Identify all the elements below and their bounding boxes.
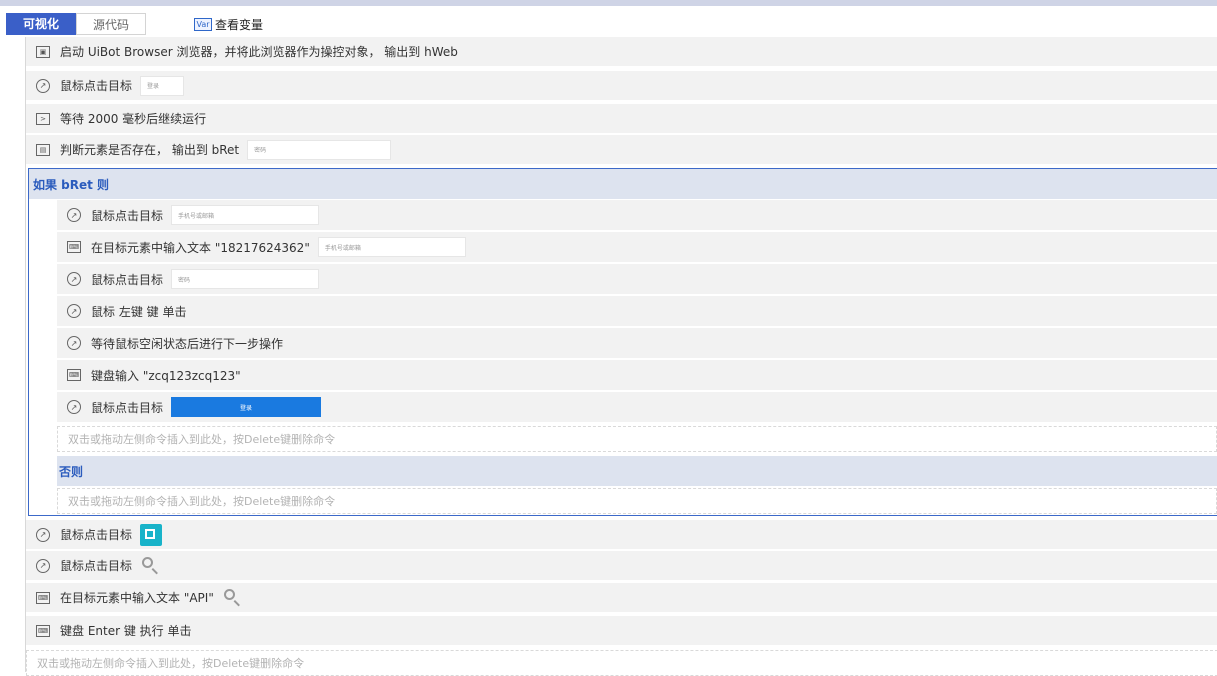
command-row[interactable]: ⌨ 键盘输入 "zcq123zcq123": [57, 360, 1217, 390]
mouse-icon: ↗: [67, 208, 81, 222]
browser-icon: ▣: [36, 45, 50, 58]
tab-visual[interactable]: 可视化: [6, 13, 76, 35]
drop-hint[interactable]: 双击或拖动左侧命令插入到此处，按Delete键删除命令: [57, 426, 1217, 452]
command-label: 鼠标点击目标: [91, 208, 164, 223]
target-thumbnail[interactable]: 密码: [171, 269, 320, 289]
command-row[interactable]: ↗ 鼠标点击目标 手机号或邮箱: [57, 200, 1217, 230]
command-label: 鼠标点击目标: [91, 272, 164, 287]
flow-editor: ▣ 启动 UiBot Browser 浏览器，并将此浏览器作为操控对象， 输出到…: [25, 37, 1217, 676]
command-label: 鼠标点击目标: [60, 528, 133, 542]
target-thumbnail[interactable]: 手机号或邮箱: [171, 205, 320, 225]
if-block[interactable]: 如果 bRet 则 ↗ 鼠标点击目标 手机号或邮箱 ⌨ 在目标元素中输入文本 "…: [28, 168, 1217, 516]
target-thumbnail[interactable]: 登录: [140, 75, 185, 96]
keyboard-icon: ⌨: [36, 624, 50, 637]
drop-hint[interactable]: 双击或拖动左侧命令插入到此处，按Delete键删除命令: [57, 488, 1217, 514]
target-thumbnail[interactable]: 手机号或邮箱: [317, 237, 466, 257]
search-icon[interactable]: [222, 587, 244, 609]
mouse-icon: ↗: [67, 400, 81, 414]
variable-icon: Var: [194, 17, 212, 31]
command-row[interactable]: ⌨ 键盘 Enter 键 执行 单击: [26, 616, 1217, 646]
command-label: 鼠标点击目标: [60, 559, 133, 573]
keyboard-icon: ⌨: [36, 591, 50, 604]
view-tabs: 可视化 源代码 Var 查看变量: [6, 12, 263, 36]
view-variables-button[interactable]: Var 查看变量: [194, 16, 263, 33]
command-label: 在目标元素中输入文本 "API": [60, 591, 214, 605]
top-border: [0, 0, 1217, 6]
command-label: 鼠标点击目标: [60, 79, 133, 93]
terminal-icon: >: [36, 112, 50, 125]
mouse-icon: ↗: [67, 304, 81, 318]
mouse-icon: ↗: [67, 336, 81, 350]
mouse-icon: ↗: [36, 78, 50, 93]
command-row[interactable]: ↗ 鼠标点击目标: [26, 551, 1217, 581]
window-icon: ▤: [36, 143, 50, 156]
mouse-icon: ↗: [36, 558, 50, 573]
command-label: 键盘 Enter 键 执行 单击: [60, 624, 192, 638]
mouse-icon: ↗: [36, 527, 50, 542]
if-header[interactable]: 如果 bRet 则: [29, 169, 1217, 199]
command-row[interactable]: ▣ 启动 UiBot Browser 浏览器，并将此浏览器作为操控对象， 输出到…: [26, 37, 1217, 67]
command-label: 启动 UiBot Browser 浏览器，并将此浏览器作为操控对象， 输出到 h…: [60, 45, 458, 59]
tab-source[interactable]: 源代码: [76, 13, 146, 35]
command-label: 判断元素是否存在， 输出到 bRet: [60, 143, 240, 157]
command-row[interactable]: ▤ 判断元素是否存在， 输出到 bRet 密码: [26, 135, 1217, 165]
command-row[interactable]: ↗ 鼠标点击目标: [26, 520, 1217, 550]
keyboard-icon: ⌨: [67, 369, 81, 381]
command-label: 在目标元素中输入文本 "18217624362": [91, 240, 310, 255]
command-label: 鼠标点击目标: [91, 400, 164, 415]
target-thumbnail[interactable]: 登录: [171, 397, 322, 417]
target-thumbnail[interactable]: 密码: [247, 139, 392, 160]
command-row[interactable]: ↗ 鼠标 左键 键 单击: [57, 296, 1217, 326]
command-label: 等待鼠标空闲状态后进行下一步操作: [91, 336, 284, 351]
command-row[interactable]: ↗ 鼠标点击目标 登录: [26, 71, 1217, 101]
search-icon[interactable]: [140, 555, 162, 577]
command-label: 鼠标 左键 键 单击: [91, 304, 187, 319]
drop-hint[interactable]: 双击或拖动左侧命令插入到此处，按Delete键删除命令: [26, 650, 1217, 676]
command-label: 键盘输入 "zcq123zcq123": [91, 368, 241, 383]
command-row[interactable]: ⌨ 在目标元素中输入文本 "18217624362" 手机号或邮箱: [57, 232, 1217, 262]
mouse-icon: ↗: [67, 272, 81, 286]
else-header[interactable]: 否则: [57, 456, 1217, 486]
edit-icon[interactable]: [140, 523, 163, 546]
command-row[interactable]: ⌨ 在目标元素中输入文本 "API": [26, 583, 1217, 613]
command-label: 等待 2000 毫秒后继续运行: [60, 112, 207, 126]
view-variables-label: 查看变量: [215, 17, 264, 32]
command-row[interactable]: ↗ 鼠标点击目标 登录: [57, 392, 1217, 422]
command-row[interactable]: ↗ 鼠标点击目标 密码: [57, 264, 1217, 294]
command-row[interactable]: > 等待 2000 毫秒后继续运行: [26, 104, 1217, 134]
command-row[interactable]: ↗ 等待鼠标空闲状态后进行下一步操作: [57, 328, 1217, 358]
keyboard-icon: ⌨: [67, 241, 81, 253]
